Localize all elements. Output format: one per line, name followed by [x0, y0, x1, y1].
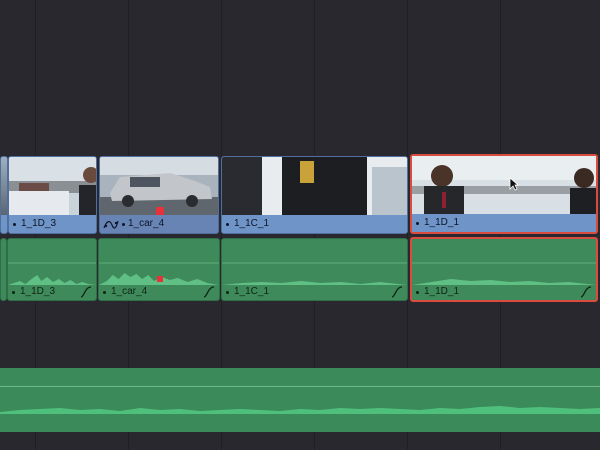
clip-thumbnail [9, 157, 96, 215]
clip-dot [122, 223, 125, 226]
clip-dot [226, 291, 229, 294]
clip-label: 1_car_4 [100, 215, 218, 233]
clip-dot [13, 223, 16, 226]
clip-label: 1_1D_3 [9, 215, 96, 233]
clip-name: 1_1C_1 [234, 218, 270, 229]
pointer-cursor-icon [509, 177, 519, 191]
clip-name: 1_1D_3 [21, 218, 57, 229]
marker-icon[interactable] [157, 276, 163, 282]
fade-curve-icon[interactable] [203, 286, 215, 298]
audio-clip-1_1D_3[interactable]: 1_1D_3 [7, 238, 97, 301]
clip-dot [416, 222, 419, 225]
clip-name: 1_1C_1 [234, 286, 270, 297]
clip-thumbnail [412, 156, 596, 214]
audio-clip-1_1D_1[interactable]: 1_1D_1 [410, 237, 598, 302]
clip-label: 1_1D_1 [412, 284, 596, 300]
clip-label: 1_1C_1 [222, 284, 407, 300]
clip-name: 1_1D_3 [20, 286, 56, 297]
speed-ramp-icon[interactable] [103, 218, 119, 230]
video-clip-1_1C_1[interactable]: 1_1C_1 [221, 156, 408, 234]
clip-thumbnail [1, 157, 7, 215]
video-track: 1_1D_3 1_car_4 1_1C_1 1_1D_1 [0, 154, 600, 236]
clip-name: 1_1D_1 [424, 286, 460, 297]
audio-clip-1_1C_1[interactable]: 1_1C_1 [221, 238, 408, 301]
video-clip-1_1D_1[interactable]: 1_1D_1 [410, 154, 598, 234]
audio-waveform [8, 262, 96, 285]
audio-waveform [222, 262, 407, 285]
video-clip-1_1D_3[interactable]: 1_1D_3 [8, 156, 97, 234]
audio-track: 1_1D_3 1_car_4 1_1C_1 1_1D_1 [0, 237, 600, 303]
timeline-editor[interactable]: 1_1D_3 1_car_4 1_1C_1 1_1D_1 1_1D_3 1_ca… [0, 0, 600, 450]
clip-label [1, 215, 7, 233]
fade-curve-icon[interactable] [580, 286, 592, 298]
audio-clip-1_car_4[interactable]: 1_car_4 [98, 238, 220, 301]
video-clip-1_car_4[interactable]: 1_car_4 [99, 156, 219, 234]
clip-dot [416, 291, 419, 294]
fade-curve-icon[interactable] [80, 286, 92, 298]
clip-label: 1_1D_1 [412, 214, 596, 232]
audio-clip-partial[interactable] [0, 238, 7, 301]
clip-name: 1_car_4 [111, 286, 148, 297]
clip-dot [12, 291, 15, 294]
audio-waveform [412, 262, 596, 285]
clip-label: 1_car_4 [99, 284, 219, 300]
clip-name: 1_car_4 [128, 218, 165, 229]
clip-label: 1_1C_1 [222, 215, 407, 233]
clip-dot [103, 291, 106, 294]
clip-thumbnail [222, 157, 407, 215]
audio-waveform [0, 406, 600, 414]
fade-curve-icon[interactable] [391, 286, 403, 298]
clip-dot [226, 223, 229, 226]
video-clip-partial[interactable] [0, 156, 8, 234]
clip-name: 1_1D_1 [424, 217, 460, 228]
audio-track-music[interactable] [0, 368, 600, 432]
